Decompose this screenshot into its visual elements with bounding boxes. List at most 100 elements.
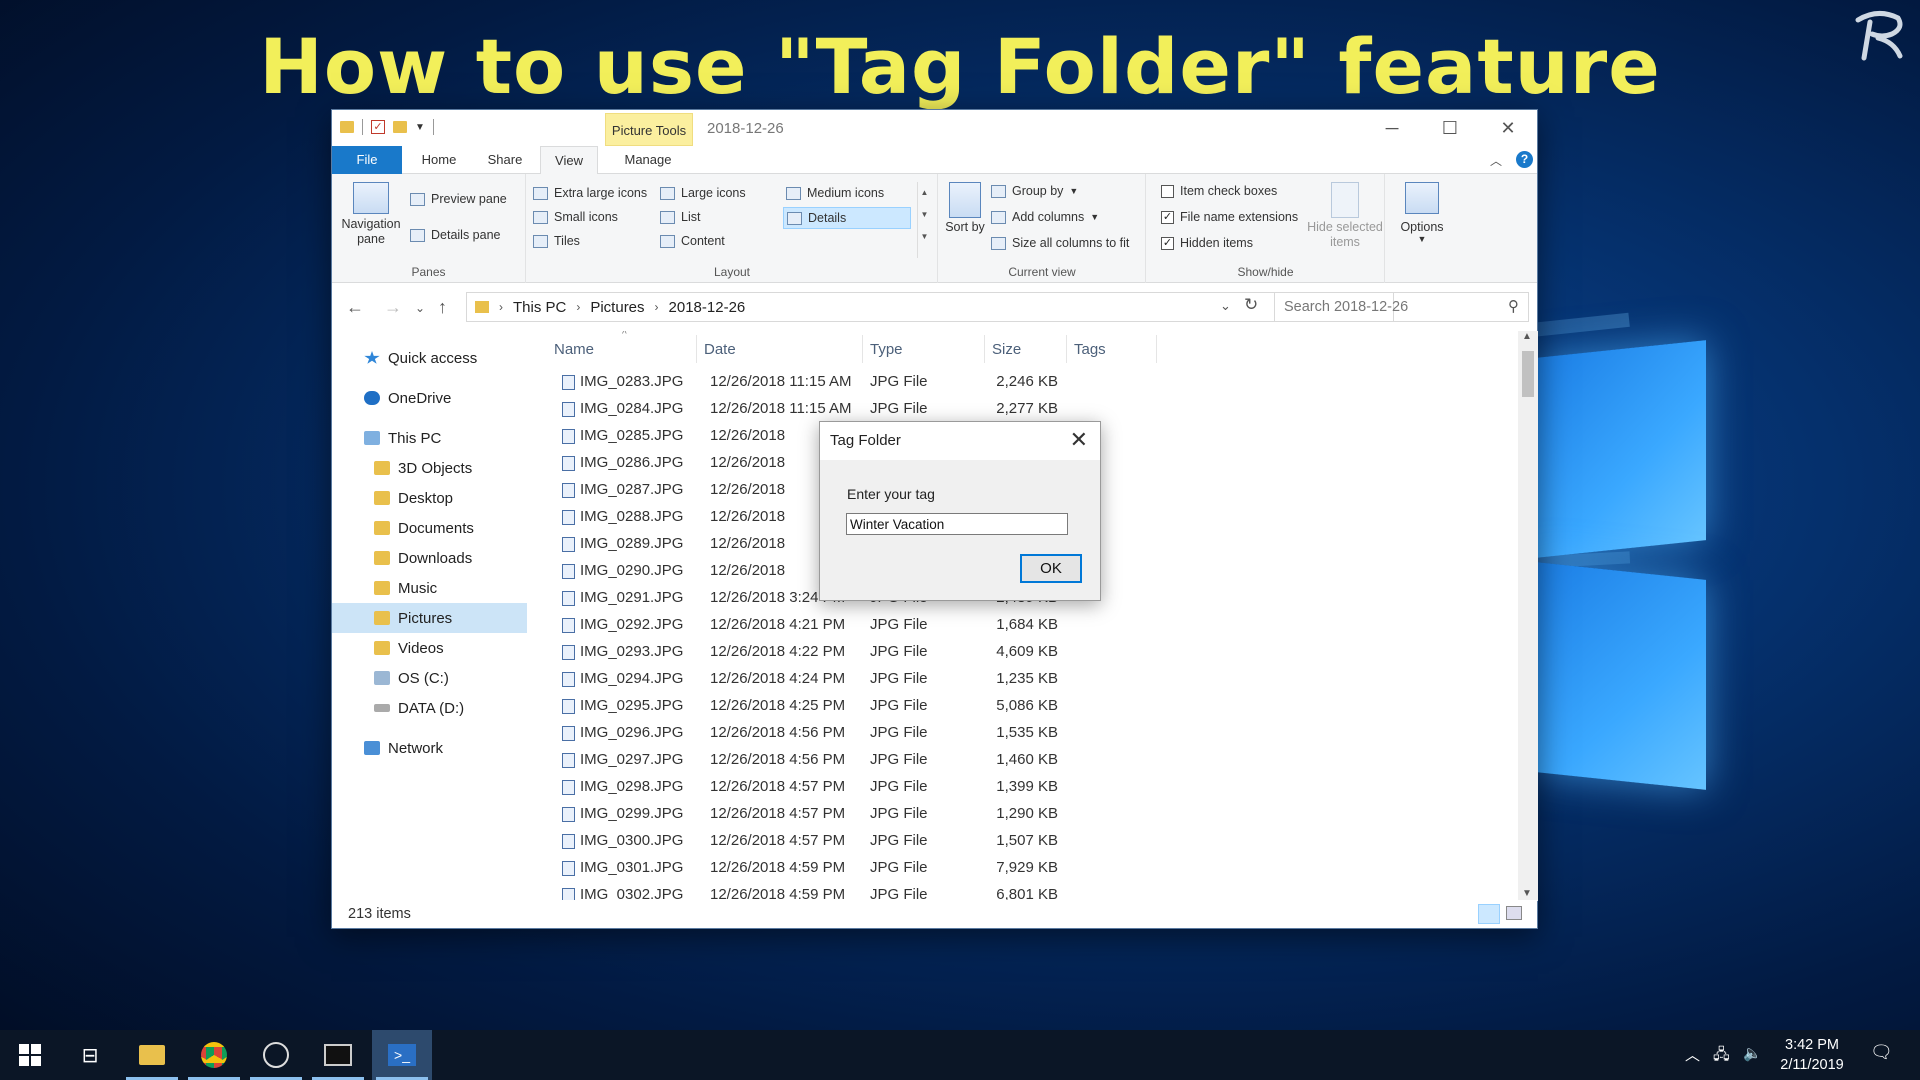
file-explorer-taskbar-button[interactable]: [122, 1030, 182, 1080]
nav-item-desktop[interactable]: Desktop: [332, 483, 527, 513]
nav-item-documents[interactable]: Documents: [332, 513, 527, 543]
tab-share[interactable]: Share: [476, 146, 534, 174]
collapse-ribbon-icon[interactable]: ︿: [1490, 152, 1502, 169]
volume-icon[interactable]: 🔈: [1743, 1044, 1762, 1062]
show-hidden-icons-chevron[interactable]: ︿: [1685, 1044, 1700, 1065]
scroll-down-icon[interactable]: ▼: [1522, 888, 1532, 899]
obs-taskbar-button[interactable]: [246, 1030, 306, 1080]
start-button[interactable]: [0, 1030, 60, 1080]
file-name: IMG_0292.JPG: [580, 616, 684, 633]
column-header-name[interactable]: Name: [554, 341, 594, 358]
minimize-button[interactable]: ─: [1363, 110, 1421, 146]
vertical-scrollbar[interactable]: ▲ ▼: [1518, 331, 1538, 901]
file-name-extensions-checkbox[interactable]: ✓ File name extensions: [1161, 210, 1298, 224]
layout-scroll-icon[interactable]: ▲ ▼ ▼: [917, 182, 931, 258]
nav-item-network[interactable]: Network: [332, 733, 527, 763]
layout-list[interactable]: List: [660, 210, 700, 224]
file-row[interactable]: IMG_0301.JPG 12/26/2018 4:59 PM JPG File 7,…: [528, 855, 1518, 882]
size-all-columns-button[interactable]: Size all columns to fit: [991, 236, 1129, 250]
add-columns-button[interactable]: Add columns ▼: [991, 210, 1099, 224]
tag-input[interactable]: [846, 513, 1068, 535]
file-row[interactable]: IMG_0293.JPG 12/26/2018 4:22 PM JPG File 4,…: [528, 639, 1518, 666]
nav-item-data-d[interactable]: DATA (D:): [332, 693, 527, 723]
ok-button[interactable]: OK: [1020, 554, 1082, 583]
maximize-button[interactable]: ☐: [1421, 110, 1479, 146]
file-row[interactable]: IMG_0300.JPG 12/26/2018 4:57 PM JPG File 1,…: [528, 828, 1518, 855]
back-arrow-icon[interactable]: ←: [346, 297, 364, 318]
layout-small-icons[interactable]: Small icons: [533, 210, 618, 224]
scrollbar-thumb[interactable]: [1522, 351, 1534, 397]
forward-arrow-icon[interactable]: →: [384, 297, 402, 318]
tab-view[interactable]: View: [540, 146, 598, 175]
address-dropdown-chevron-icon[interactable]: ⌄: [1220, 298, 1231, 314]
breadcrumb-current-folder[interactable]: 2018-12-26: [669, 299, 746, 316]
file-name: IMG_0302.JPG: [580, 886, 684, 901]
file-date: 12/26/2018: [710, 508, 786, 525]
details-icon: [787, 211, 802, 225]
group-by-button[interactable]: Group by ▼: [991, 184, 1078, 198]
nav-item-downloads[interactable]: Downloads: [332, 543, 527, 573]
details-view-icon[interactable]: [1478, 904, 1500, 924]
file-row[interactable]: IMG_0297.JPG 12/26/2018 4:56 PM JPG File 1,…: [528, 747, 1518, 774]
large-icons-view-icon[interactable]: [1506, 906, 1522, 920]
file-row[interactable]: IMG_0299.JPG 12/26/2018 4:57 PM JPG File 1,…: [528, 801, 1518, 828]
properties-checkmark-icon[interactable]: ✓: [371, 120, 385, 134]
powershell-taskbar-button[interactable]: >_: [372, 1030, 432, 1080]
nav-item-3d-objects[interactable]: 3D Objects: [332, 453, 527, 483]
file-row[interactable]: IMG_0295.JPG 12/26/2018 4:25 PM JPG File 5,…: [528, 693, 1518, 720]
action-center-icon[interactable]: 🗨: [1870, 1042, 1893, 1063]
file-row[interactable]: IMG_0292.JPG 12/26/2018 4:21 PM JPG File 1,…: [528, 612, 1518, 639]
console-taskbar-button[interactable]: [308, 1030, 368, 1080]
file-row[interactable]: IMG_0298.JPG 12/26/2018 4:57 PM JPG File 1,…: [528, 774, 1518, 801]
recent-locations-chevron-icon[interactable]: ⌄: [415, 301, 425, 315]
breadcrumb-this-pc[interactable]: This PC: [513, 299, 566, 316]
item-check-boxes-checkbox[interactable]: Item check boxes: [1161, 184, 1277, 198]
details-pane-button[interactable]: Details pane: [410, 228, 501, 242]
clock[interactable]: 3:42 PM 2/11/2019: [1762, 1035, 1862, 1075]
help-icon[interactable]: ?: [1516, 151, 1533, 168]
nav-item-this-pc[interactable]: This PC: [332, 423, 527, 453]
customize-toolbar-dropdown-icon[interactable]: ▼: [415, 122, 425, 133]
preview-pane-button[interactable]: Preview pane: [410, 192, 507, 206]
options-button[interactable]: Options ▼: [1387, 182, 1457, 244]
tab-file[interactable]: File: [332, 146, 402, 174]
dialog-close-icon[interactable]: ✕: [1070, 427, 1088, 453]
column-header-type[interactable]: Type: [870, 341, 903, 358]
network-tray-icon[interactable]: 🖧: [1713, 1044, 1730, 1069]
chrome-taskbar-button[interactable]: [184, 1030, 244, 1080]
close-window-button[interactable]: ✕: [1479, 110, 1537, 146]
breadcrumb-pictures[interactable]: Pictures: [590, 299, 644, 316]
file-row[interactable]: IMG_0294.JPG 12/26/2018 4:24 PM JPG File 1,…: [528, 666, 1518, 693]
layout-content[interactable]: Content: [660, 234, 725, 248]
nav-item-quick-access[interactable]: Quick access: [332, 343, 527, 373]
hide-selected-items-button[interactable]: Hide selected items: [1307, 182, 1383, 250]
file-row[interactable]: IMG_0283.JPG 12/26/2018 11:15 AM JPG File 2…: [528, 369, 1518, 396]
new-folder-icon[interactable]: [393, 121, 407, 133]
column-header-size[interactable]: Size: [992, 341, 1021, 358]
layout-large-icons[interactable]: Large icons: [660, 186, 746, 200]
scroll-up-icon[interactable]: ▲: [1522, 331, 1532, 342]
nav-item-onedrive[interactable]: OneDrive: [332, 383, 527, 413]
file-row[interactable]: IMG_0302.JPG 12/26/2018 4:59 PM JPG File 6,…: [528, 882, 1518, 901]
layout-tiles[interactable]: Tiles: [533, 234, 580, 248]
tab-manage[interactable]: Manage: [604, 146, 692, 174]
nav-item-videos[interactable]: Videos: [332, 633, 527, 663]
layout-medium-icons[interactable]: Medium icons: [786, 186, 884, 200]
column-header-tags[interactable]: Tags: [1074, 341, 1106, 358]
refresh-icon[interactable]: ↻: [1244, 295, 1258, 315]
nav-item-pictures[interactable]: Pictures: [332, 603, 527, 633]
file-row[interactable]: IMG_0284.JPG 12/26/2018 11:15 AM JPG File 2…: [528, 396, 1518, 423]
tab-home[interactable]: Home: [407, 146, 471, 174]
hidden-items-checkbox[interactable]: ✓ Hidden items: [1161, 236, 1253, 250]
file-row[interactable]: IMG_0296.JPG 12/26/2018 4:56 PM JPG File 1,…: [528, 720, 1518, 747]
search-input[interactable]: Search 2018-12-26 ⚲: [1274, 292, 1529, 322]
nav-item-music[interactable]: Music: [332, 573, 527, 603]
nav-item-os-c[interactable]: OS (C:): [332, 663, 527, 693]
layout-details[interactable]: Details: [783, 207, 911, 229]
up-arrow-icon[interactable]: ↑: [438, 297, 447, 318]
layout-extra-large-icons[interactable]: Extra large icons: [533, 186, 647, 200]
navigation-pane-button[interactable]: Navigation pane: [336, 182, 406, 247]
sort-by-button[interactable]: Sort by: [943, 182, 987, 235]
task-view-button[interactable]: ⊟: [60, 1030, 120, 1080]
column-header-date[interactable]: Date: [704, 341, 736, 358]
